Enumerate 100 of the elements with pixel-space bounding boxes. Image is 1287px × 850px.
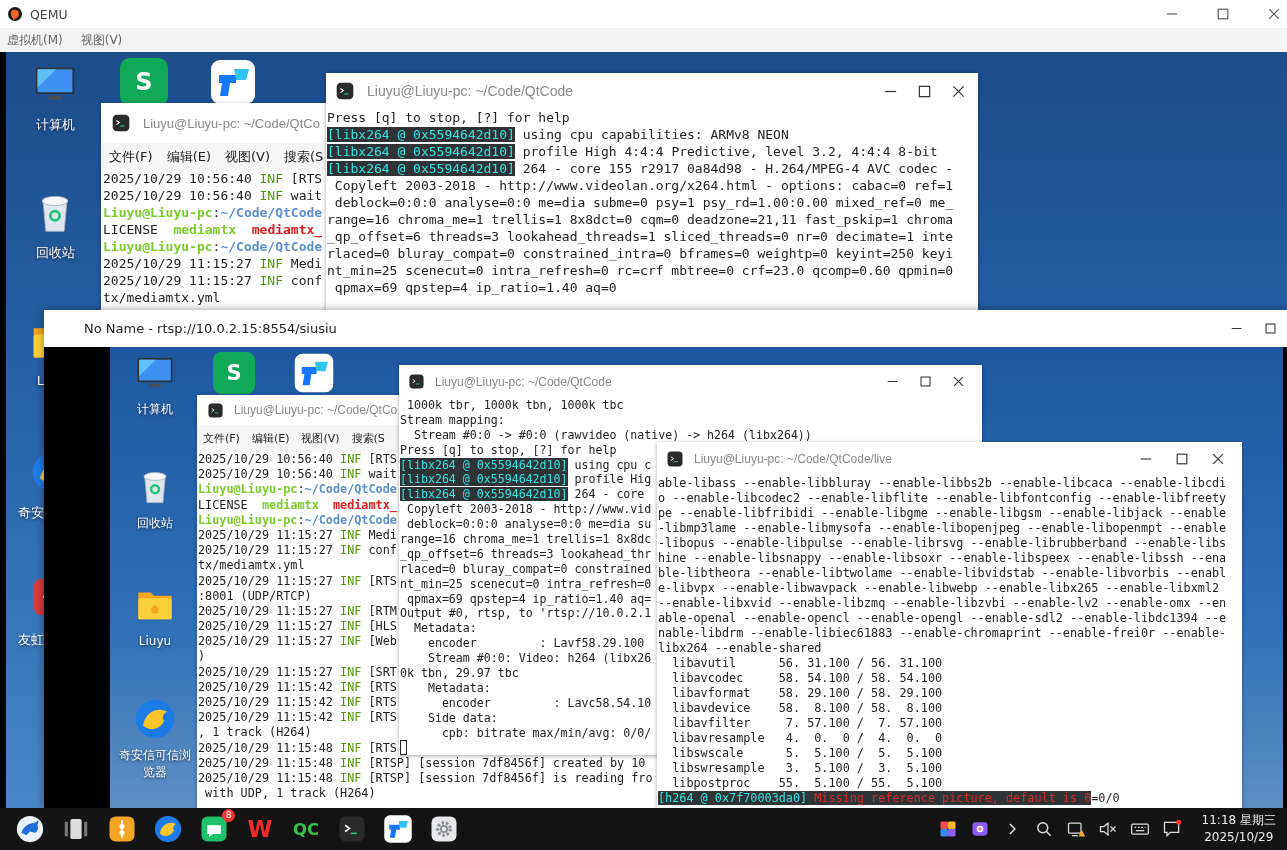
window-title: Liuyu@Liuyu-pc: ~/Code/QtCode bbox=[367, 83, 574, 99]
menu-item[interactable]: 视图(V) bbox=[225, 147, 271, 166]
clock-date: 2025/10/29 bbox=[1204, 829, 1274, 846]
terminal-line: Output #0, rtsp, to 'rtsp://10.0.2.1 bbox=[400, 606, 652, 622]
terminal-line: libavcodec 58. 54.100 / 58. 54.100 bbox=[671, 671, 943, 686]
terminal-line: Press [q] to stop, [?] for help bbox=[400, 442, 617, 458]
terminal-line: 2025/10/29 11:15:42 INF [RTS bbox=[198, 710, 397, 726]
terminal-line: 2025/10/29 10:56:40 INF [RTS bbox=[103, 170, 323, 187]
terminal-line: deblock=0:0:0 analyse=0:0 me=dia su bbox=[405, 517, 652, 532]
terminal-icon bbox=[408, 373, 425, 390]
icon-label: 回收站 bbox=[137, 515, 173, 532]
terminal-line: libavdevice 58. 8.100 / 58. 8.100 bbox=[671, 701, 943, 716]
terminal-line: Copyleft 2003-2018 - http://www.vid bbox=[405, 502, 652, 518]
terminal-line: ble-libtheora --enable-libtwolame --enable-libvidstab --enable-libvorbis --enabl bbox=[658, 566, 1227, 581]
icon-label: Liuyu bbox=[138, 633, 172, 650]
icon-label: 回收站 bbox=[35, 244, 75, 262]
icon-label: L bbox=[36, 372, 44, 390]
terminal-line: [libx264 @ 0x5594642d10] using cpu c bbox=[400, 457, 652, 473]
icon-label: 奇安信可信浏览器 bbox=[118, 747, 192, 781]
terminal-line: o --enable-libcodec2 --enable-libflite --enable-libfontconfig --enable-libfreety bbox=[658, 491, 1227, 506]
terminal-line: 2025/10/29 11:15:27 INF [HLS bbox=[198, 619, 397, 635]
menu-item[interactable]: 文件(F) bbox=[109, 147, 153, 166]
terminal-line: 2025/10/29 11:15:27 INF [RTM bbox=[198, 603, 397, 620]
menu-item[interactable]: 文件(F) bbox=[203, 431, 240, 446]
terminal-line: Press [q] to stop, [?] for help bbox=[327, 109, 570, 126]
settings-icon[interactable] bbox=[429, 814, 459, 844]
terminal-line: Stream #0:0 -> #0:0 (rawvideo (native) -> h264 (libx264)) bbox=[412, 427, 812, 443]
logo-icon[interactable] bbox=[15, 814, 45, 844]
menu-item[interactable]: 编辑(E) bbox=[251, 431, 290, 446]
close-icon[interactable] bbox=[952, 375, 965, 388]
terminal-line: _qp_offset=6 threads=3 lookahead_threads=1 sliced_threads=0 nr=0 decimate=1 inte bbox=[327, 228, 954, 245]
icon-label: 计算机 bbox=[35, 116, 75, 134]
notification-icon[interactable] bbox=[1161, 819, 1182, 839]
terminal-line: Liuyu@Liuyu-pc:~/Code/QtCode bbox=[198, 482, 397, 498]
terminal-line: 2025/10/29 11:15:27 INF [RTS bbox=[198, 573, 397, 589]
window-title: QEMU bbox=[30, 6, 68, 22]
terminal-icon[interactable] bbox=[337, 814, 367, 844]
terminal-line: hine --enable-libsnappy --enable-libsoxr --enable-libspeex --enable-libssh --ena bbox=[658, 551, 1227, 566]
terminal-line: :8001 (UDP/RTCP) bbox=[198, 588, 312, 604]
terminal-line: 2025/10/29 11:15:48 INF [RTS bbox=[198, 740, 397, 756]
window-title: Liuyu@Liuyu-pc: ~/Code/QtCode bbox=[435, 374, 612, 389]
icon-label: 奇安 bbox=[18, 504, 44, 522]
window-title: No Name - rtsp://10.0.2.15:8554/siusiu bbox=[84, 321, 337, 336]
menu-item[interactable]: 搜索(S bbox=[351, 431, 385, 446]
terminal-line: tx/mediamtx.yml bbox=[198, 558, 305, 574]
maximize-icon[interactable] bbox=[919, 375, 932, 388]
maximize-icon[interactable] bbox=[917, 83, 932, 99]
terminal-line: [libx264 @ 0x5594642d10] profile High 4:4:4 Predictive, level 3.2, 4:4:4 8-bit bbox=[327, 143, 938, 160]
app-icon[interactable] bbox=[153, 814, 183, 844]
terminal-line: 2025/10/29 11:15:27 INF conf bbox=[103, 272, 323, 289]
terminal-line: LICENSE mediamtx mediamtx_ bbox=[198, 497, 397, 513]
terminal-line: libavutil 56. 31.100 / 56. 31.100 bbox=[671, 656, 943, 671]
terminal-line: Metadata: bbox=[412, 621, 477, 637]
terminal-line: libx264 --enable-shared bbox=[658, 641, 822, 656]
app-icon[interactable]: W bbox=[245, 814, 275, 844]
notification-badge: 8 bbox=[222, 809, 235, 822]
terminal-line: 2025/10/29 10:56:40 INF wait bbox=[103, 187, 323, 204]
app-icon[interactable] bbox=[107, 814, 137, 844]
mute-icon[interactable] bbox=[1097, 819, 1118, 839]
terminal-line: [libx264 @ 0x5594642d10] 264 - core bbox=[400, 487, 645, 503]
terminal-line: pe --enable-libfribidi --enable-libgme --enable-libgsm --enable-libjack --enable bbox=[658, 506, 1227, 521]
maximize-icon[interactable] bbox=[1175, 452, 1189, 466]
terminal-line: tx/mediamtx.yml bbox=[103, 289, 221, 306]
terminal-line: cpb: bitrate max/min/avg: 0/0/ bbox=[440, 725, 652, 741]
app-icon[interactable] bbox=[209, 58, 257, 106]
maximize-icon[interactable] bbox=[1264, 322, 1277, 335]
terminal-line: Liuyu@Liuyu-pc:~/Code/QtCode bbox=[198, 512, 397, 528]
terminal-line: Side data: bbox=[426, 710, 498, 726]
terminal-line: rlaced=0 bluray_compat=0 constrained bbox=[400, 561, 652, 577]
terminal-line: [libx264 @ 0x5594642d10] 264 - core 155 r2917 0a84d98 - H.264/MPEG-4 AVC codec - bbox=[327, 160, 954, 177]
terminal-line: range=16 chroma_me=1 trellis=1 8x8dct=0 cqm=0 deadzone=21,11 fast_pskip=1 chroma bbox=[327, 211, 954, 228]
app-icon[interactable] bbox=[293, 352, 335, 394]
terminal-line: Metadata: bbox=[426, 680, 491, 696]
terminal-line: , 1 track (H264) bbox=[198, 725, 312, 741]
terminal-line: 2025/10/29 11:15:27 INF Medi bbox=[198, 527, 397, 544]
menu-item[interactable]: 编辑(E) bbox=[166, 147, 211, 166]
menu-item[interactable]: 视图(V) bbox=[301, 431, 340, 446]
terminal-line: 2025/10/29 11:15:42 INF [RTS bbox=[198, 695, 397, 711]
app-icon[interactable]: QC bbox=[291, 814, 321, 844]
app-icon[interactable] bbox=[383, 814, 413, 844]
menu-item[interactable]: 视图(V) bbox=[80, 31, 123, 49]
menu-item[interactable]: 虚拟机(M) bbox=[7, 31, 63, 49]
close-icon[interactable] bbox=[951, 83, 966, 99]
close-icon[interactable] bbox=[1211, 452, 1225, 466]
terminal-line: able-libass --enable-libbluray --enable-libbs2b --enable-libcaca --enable-libcdi bbox=[658, 476, 1227, 491]
terminal-icon bbox=[335, 81, 355, 101]
terminal-line: deblock=0:0:0 analyse=0:0 me=dia subme=0 psy=1 psy_rd=1.00:0.00 mixed_ref=0 me_ bbox=[333, 194, 954, 211]
terminal-icon bbox=[207, 401, 224, 419]
menu-item[interactable]: 搜索(S bbox=[284, 147, 324, 166]
terminal-line: libavresample 4. 0. 0 / 4. 0. 0 bbox=[671, 731, 943, 746]
clock-time: 11:18 星期三 bbox=[1201, 812, 1276, 829]
terminal-line: 2025/10/29 11:15:27 INF [Web bbox=[198, 634, 397, 650]
terminal-line: [libx264 @ 0x5594642d10] profile Hig bbox=[400, 472, 652, 488]
terminal-line: nable-libdrm --enable-libiec61883 --enable-chromaprint --enable-frei0r --enable- bbox=[658, 626, 1227, 641]
terminal-line: Liuyu@Liuyu-pc:~/Code/QtCode bbox=[103, 238, 323, 255]
terminal-line: 2025/10/29 11:15:48 INF [RTSP] [session 7df8456f] is reading fro bbox=[198, 770, 653, 787]
close-icon[interactable] bbox=[1267, 7, 1281, 21]
terminal-line: qpmax=69 qpstep=4 ip_ratio=1.40 aq=0 bbox=[333, 279, 617, 296]
terminal-line: libswscale 5. 5.100 / 5. 5.100 bbox=[671, 746, 943, 761]
terminal-line: Copyleft 2003-2018 - http://www.videolan.org/x264.html - options: cabac=0 ref=1 bbox=[333, 177, 954, 194]
